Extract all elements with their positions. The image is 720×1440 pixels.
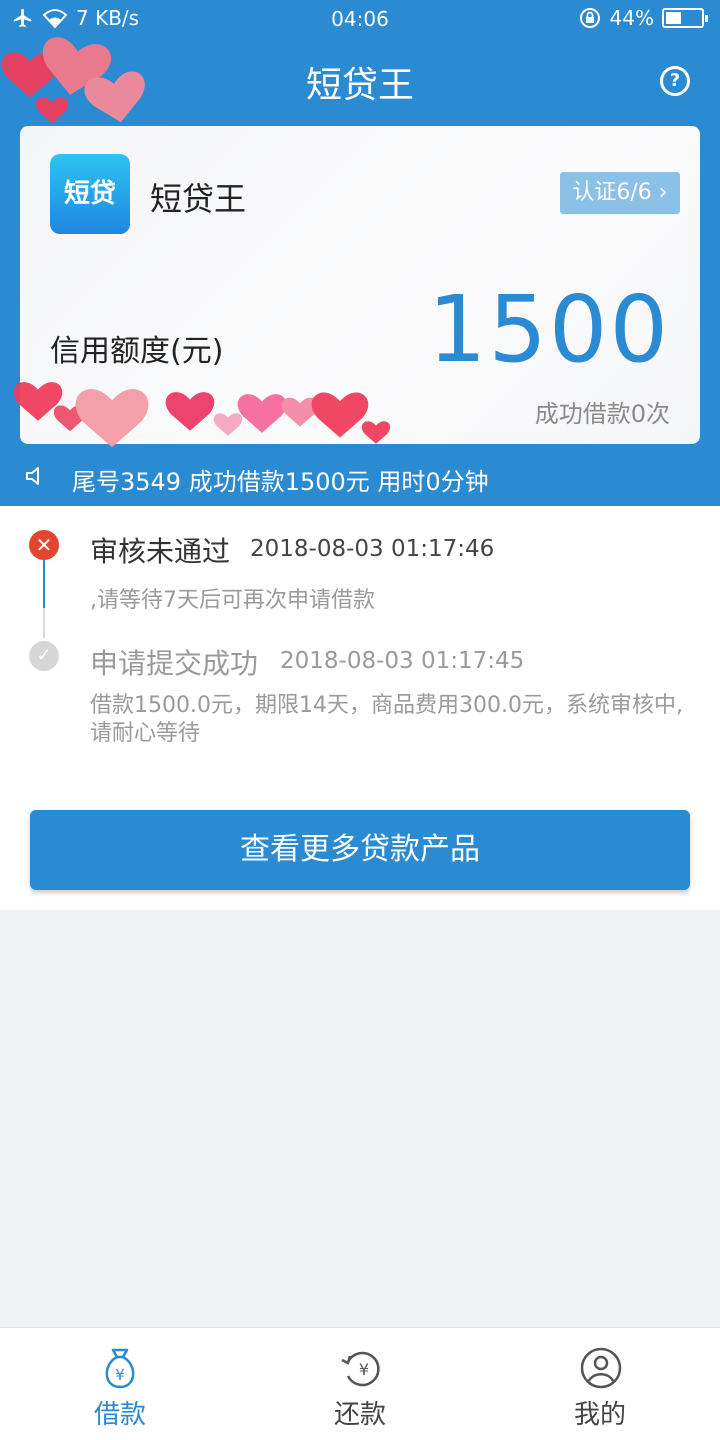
tab-bar: ¥ 借款 ¥ 还款 我的 [0,1327,720,1440]
user-icon [580,1347,622,1389]
timeline-title: 审核未通过 [90,535,231,568]
tab-mine[interactable]: 我的 [480,1328,720,1440]
more-products-button[interactable]: 查看更多贷款产品 [30,810,690,890]
tab-repay-label: 还款 [333,1400,386,1430]
app-logo: 短贷 [50,154,130,234]
money-bag-icon: ¥ [105,1348,135,1389]
timeline-connector [43,608,45,638]
close-icon: ✕ [29,530,59,560]
question-icon[interactable]: ? [660,66,690,96]
tab-borrow[interactable]: ¥ 借款 [0,1328,240,1440]
svg-text:¥: ¥ [359,1360,369,1379]
notice-text: 尾号3549 成功借款1500元 用时0分钟 [72,468,489,496]
battery-level [666,12,681,24]
status-bar: 7 KB/s 04:06 44% [0,0,720,40]
credit-label: 信用额度(元) [50,334,224,369]
verification-badge-label: 认证6/6 [572,180,652,205]
tab-mine-label: 我的 [573,1400,626,1430]
check-icon: ✓ [29,641,59,671]
page-title: 短贷王 [305,65,414,106]
notice-bar: 尾号3549 成功借款1500元 用时0分钟 [0,446,720,506]
credit-amount: 1500 [427,276,670,383]
tab-repay[interactable]: ¥ 还款 [240,1328,480,1440]
status-bar-right: 44% [578,6,708,30]
battery-percent: 44% [609,6,654,30]
timeline-title: 申请提交成功 [90,647,259,680]
battery-icon [662,8,708,28]
timeline-time: 2018-08-03 01:17:45 [280,648,525,674]
card-app-name: 短贷王 [150,180,247,218]
timeline-desc: 借款1500.0元，期限14天，商品费用300.0元，系统审核中,请耐心等待 [90,693,683,746]
timeline-desc: ,请等待7天后可再次申请借款 [90,588,375,613]
chevron-right-icon: › [651,180,668,205]
svg-text:¥: ¥ [115,1366,125,1384]
refresh-yuan-icon: ¥ [341,1351,380,1387]
application-status: ✕ 审核未通过 2018-08-03 01:17:46 ,请等待7天后可再次申请… [0,506,720,910]
timeline-time: 2018-08-03 01:17:46 [250,536,495,562]
success-count: 成功借款0次 [534,400,670,428]
verification-badge[interactable]: 认证6/6 › [560,172,680,214]
tab-borrow-label: 借款 [93,1400,146,1430]
speaker-icon [26,467,39,485]
rotation-lock-icon [579,8,600,28]
timeline-connector [43,558,45,608]
credit-card: 短贷 短贷王 认证6/6 › 信用额度(元) 1500 成功借款0次 [20,126,700,444]
